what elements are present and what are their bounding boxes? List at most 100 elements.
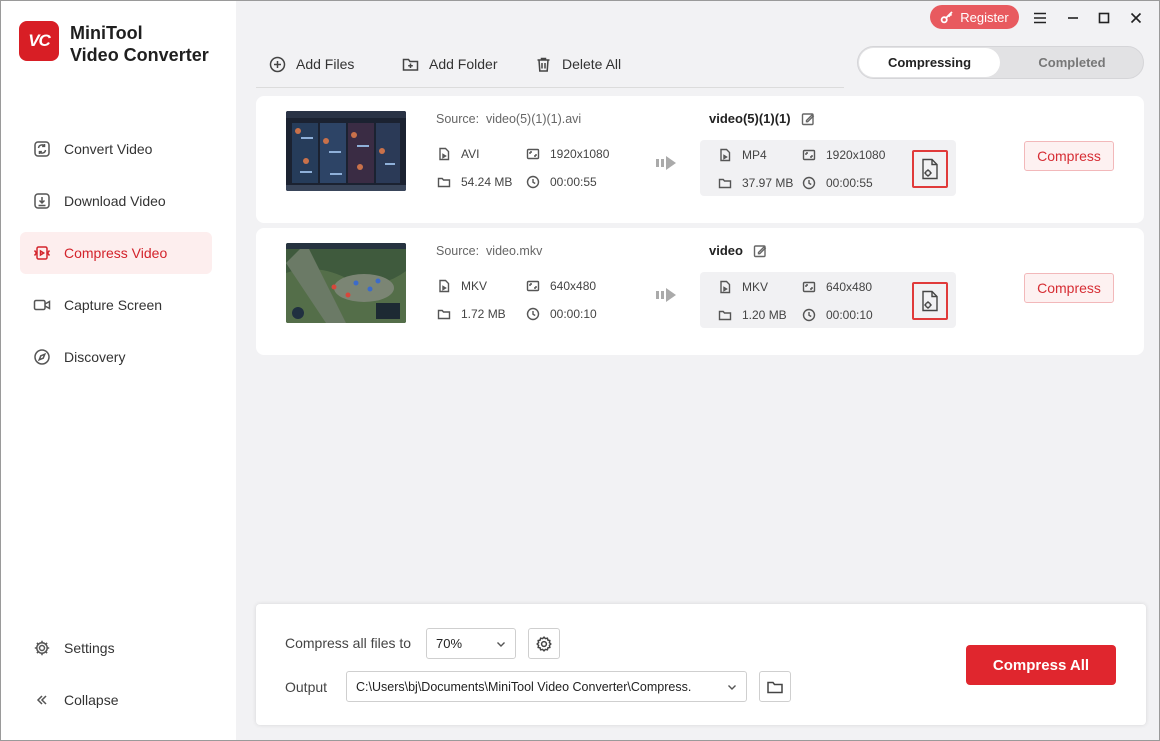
key-icon: [940, 11, 953, 24]
trash-icon: [537, 57, 550, 72]
double-chevron-left-icon: [36, 695, 47, 705]
output-duration: 00:00:10: [802, 308, 873, 322]
output-size-value: 1.20 MB: [742, 308, 787, 322]
edit-icon[interactable]: [801, 112, 815, 126]
output-resolution: 640x480: [802, 280, 872, 294]
source-format-value: MKV: [461, 279, 488, 293]
output-path-value: C:\Users\bj\Documents\MiniTool Video Con…: [356, 679, 692, 694]
resolution-icon: [802, 281, 816, 293]
compress-button[interactable]: Compress: [1024, 273, 1114, 303]
convert-icon: [34, 141, 50, 157]
app-title: MiniTool Video Converter: [70, 22, 209, 66]
output-duration-value: 00:00:55: [826, 176, 873, 190]
camera-icon: [33, 299, 51, 311]
source-duration-value: 00:00:55: [550, 175, 597, 189]
source-size: 54.24 MB: [437, 175, 512, 189]
minimize-button[interactable]: [1063, 8, 1083, 28]
browse-folder-button[interactable]: [759, 671, 791, 702]
close-button[interactable]: [1126, 8, 1146, 28]
file-settings-icon: [922, 158, 938, 180]
settings-button[interactable]: Settings: [20, 627, 212, 669]
edit-icon[interactable]: [753, 244, 767, 258]
output-format-value: MP4: [742, 148, 767, 162]
output-name: video: [709, 243, 743, 258]
source-size-value: 54.24 MB: [461, 175, 513, 189]
source-size-value: 1.72 MB: [461, 307, 506, 321]
menu-button[interactable]: [1030, 8, 1050, 28]
sidebar: VC MiniTool Video Converter Convert Vide…: [1, 1, 236, 740]
folder-icon: [718, 310, 732, 321]
compress-settings-button[interactable]: [528, 628, 560, 659]
video-thumbnail[interactable]: [286, 111, 406, 191]
add-file-icon: [269, 56, 286, 72]
source-duration: 00:00:10: [526, 307, 597, 321]
maximize-icon: [1098, 12, 1110, 24]
output-info: MKV 640x480 1.20 MB 00:00:10: [700, 272, 956, 328]
clock-icon: [802, 176, 816, 190]
add-folder-icon: [402, 58, 419, 71]
output-settings-button[interactable]: [912, 150, 948, 188]
sidebar-item-discovery[interactable]: Discovery: [20, 336, 212, 378]
output-duration: 00:00:55: [802, 176, 873, 190]
resolution-icon: [802, 149, 816, 161]
output-format: MP4: [718, 148, 767, 162]
hamburger-icon: [1034, 12, 1046, 24]
chevron-down-icon: [728, 685, 736, 690]
sidebar-item-capture-screen[interactable]: Capture Screen: [20, 284, 212, 326]
source-resolution: 640x480: [526, 279, 596, 293]
collapse-button[interactable]: Collapse: [20, 679, 212, 721]
gear-icon: [536, 635, 552, 652]
status-tabs: Compressing Completed: [857, 46, 1144, 79]
file-card: Source: video(5)(1)(1).avi AVI 1920x1080…: [256, 96, 1144, 223]
compress-ratio-value: 70%: [436, 636, 463, 651]
output-resolution: 1920x1080: [802, 148, 885, 162]
tab-compressing[interactable]: Compressing: [859, 48, 1000, 77]
output-size: 37.97 MB: [718, 176, 793, 190]
toolbar-divider: [256, 87, 844, 88]
sidebar-item-download-video[interactable]: Download Video: [20, 180, 212, 222]
video-thumbnail[interactable]: [286, 243, 406, 323]
add-folder-label: Add Folder: [429, 56, 498, 72]
add-files-button[interactable]: Add Files: [269, 54, 354, 74]
delete-all-label: Delete All: [562, 56, 622, 72]
output-filename: video(5)(1)(1): [709, 111, 815, 126]
compass-icon: [34, 349, 50, 365]
source-format: AVI: [437, 147, 479, 161]
source-resolution-value: 1920x1080: [550, 147, 610, 161]
close-icon: [1130, 12, 1142, 24]
arrow-right-icon: [656, 288, 676, 302]
source-name: video(5)(1)(1).avi: [486, 112, 582, 126]
sidebar-item-compress-video[interactable]: Compress Video: [20, 232, 212, 274]
app-title-line2: Video Converter: [70, 45, 209, 65]
sidebar-item-label: Discovery: [64, 349, 126, 365]
arrow-right-icon: [656, 156, 676, 170]
folder-icon: [718, 178, 732, 189]
source-duration: 00:00:55: [526, 175, 597, 189]
compress-ratio-dropdown[interactable]: 70%: [426, 628, 516, 659]
tab-completed[interactable]: Completed: [1002, 48, 1142, 77]
output-path-dropdown[interactable]: C:\Users\bj\Documents\MiniTool Video Con…: [346, 671, 747, 702]
output-settings-button[interactable]: [912, 282, 948, 320]
source-filename: Source: video(5)(1)(1).avi: [436, 112, 581, 126]
source-filename: Source: video.mkv: [436, 244, 542, 258]
source-name: video.mkv: [486, 244, 543, 258]
source-label: Source:: [436, 244, 480, 258]
compress-all-button[interactable]: Compress All: [966, 645, 1116, 685]
source-resolution-value: 640x480: [550, 279, 597, 293]
add-folder-button[interactable]: Add Folder: [402, 54, 497, 74]
compress-button[interactable]: Compress: [1024, 141, 1114, 171]
gear-icon: [34, 640, 50, 656]
register-button[interactable]: Register: [930, 5, 1019, 29]
sidebar-item-label: Convert Video: [64, 141, 153, 157]
sidebar-item-convert-video[interactable]: Convert Video: [20, 128, 212, 170]
chevron-down-icon: [497, 642, 505, 647]
maximize-button[interactable]: [1094, 8, 1114, 28]
delete-all-button[interactable]: Delete All: [535, 54, 621, 74]
source-format-value: AVI: [461, 147, 480, 161]
file-settings-icon: [922, 290, 938, 312]
clock-icon: [526, 175, 540, 189]
folder-icon: [767, 681, 783, 693]
output-size-value: 37.97 MB: [742, 176, 794, 190]
app-title-line1: MiniTool: [70, 23, 143, 43]
settings-label: Settings: [64, 640, 115, 656]
